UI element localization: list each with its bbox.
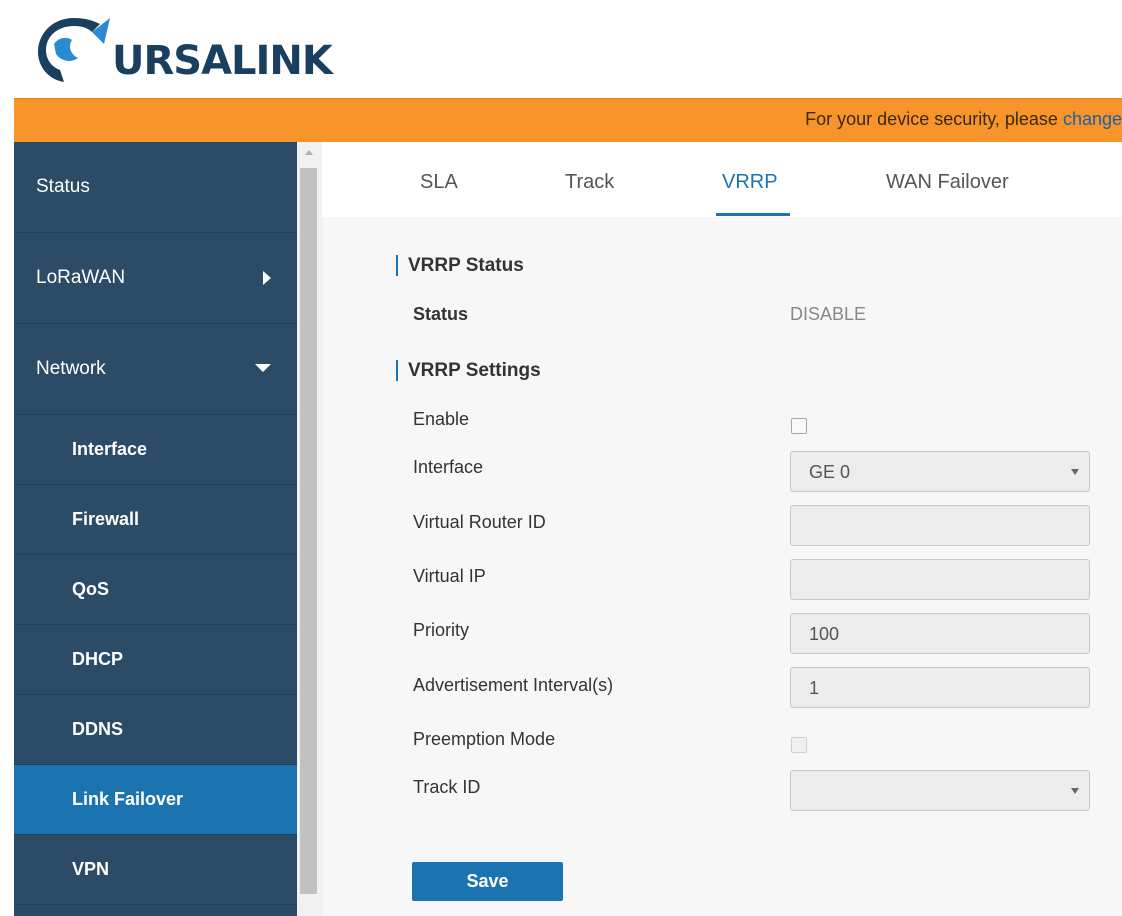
interface-select-value: GE 0 [809,462,851,482]
sidebar-subitem-interface[interactable]: Interface [14,415,297,485]
sidebar-subitem-vpn[interactable]: VPN [14,835,297,905]
sidebar-subitem-ddns[interactable]: DDNS [14,695,297,765]
sidebar: Status LoRaWAN Network Interface Firewal… [14,142,297,916]
sidebar-item-label: LoRaWAN [36,267,126,288]
sidebar-subitem-label: Firewall [72,509,140,529]
chevron-down-icon [255,364,271,372]
virtual-ip-input[interactable] [790,559,1090,600]
interface-select[interactable]: GE 0 [790,451,1090,492]
status-label: Status [413,304,469,324]
tab-vrrp[interactable]: VRRP [722,171,778,194]
active-tab-indicator [716,213,790,216]
sidebar-item-network[interactable]: Network [14,324,297,415]
security-notice: For your device security, please change [805,109,1122,130]
vrrp-status-heading: VRRP Status [396,255,524,276]
brand-name: URSALINK [112,38,333,84]
tab-wan-failover[interactable]: WAN Failover [886,171,1009,194]
sidebar-scrollbar[interactable] [297,142,322,916]
sidebar-subitem-label: QoS [72,579,110,599]
sidebar-subitem-dhcp[interactable]: DHCP [14,625,297,695]
sidebar-subitem-label: Link Failover [72,789,184,809]
priority-value: 100 [809,624,840,644]
sidebar-subitem-qos[interactable]: QoS [14,555,297,625]
sidebar-subitem-label: VPN [72,859,110,879]
brand-logo: URSALINK [34,8,334,90]
virtual-router-id-input[interactable] [790,505,1090,546]
enable-checkbox[interactable] [791,418,807,434]
enable-label: Enable [413,409,470,429]
advertisement-interval-label: Advertisement Interval(s) [413,675,614,695]
status-value: DISABLE [790,304,867,324]
track-id-select[interactable] [790,770,1090,811]
change-password-link[interactable]: change [1063,109,1122,129]
tab-bar: SLA Track VRRP WAN Failover [322,142,1122,217]
chevron-right-icon [263,271,271,285]
interface-label: Interface [413,457,484,477]
vrrp-settings-heading: VRRP Settings [396,360,541,381]
scroll-up-arrow-icon[interactable] [305,150,313,155]
sidebar-item-lorawan[interactable]: LoRaWAN [14,233,297,324]
priority-input[interactable]: 100 [790,613,1090,654]
dropdown-caret-icon [1071,469,1079,475]
save-button[interactable]: Save [412,862,563,901]
virtual-ip-label: Virtual IP [413,566,486,586]
sidebar-subitem-firewall[interactable]: Firewall [14,485,297,555]
sidebar-item-label: Network [36,358,106,379]
sidebar-subitem-label: Interface [72,439,148,459]
preemption-mode-checkbox[interactable] [791,737,807,753]
dropdown-caret-icon [1071,788,1079,794]
advertisement-interval-input[interactable]: 1 [790,667,1090,708]
sidebar-subitem-link-failover[interactable]: Link Failover [14,765,297,835]
scrollbar-thumb[interactable] [300,168,317,894]
sidebar-item-label: Status [36,176,90,197]
track-id-label: Track ID [413,777,481,797]
main-content: SLA Track VRRP WAN Failover VRRP Status … [322,142,1122,916]
tab-sla[interactable]: SLA [420,171,458,194]
notice-bar: For your device security, please change [14,98,1122,143]
tab-track[interactable]: Track [565,171,614,194]
sidebar-item-status[interactable]: Status [14,142,297,233]
advertisement-interval-value: 1 [809,678,820,698]
priority-label: Priority [413,620,470,640]
sidebar-subitem-label: DHCP [72,649,124,669]
sidebar-subitem-label: DDNS [72,719,124,739]
ursalink-logo-icon [38,18,110,82]
notice-text: For your device security, please [805,109,1063,129]
preemption-mode-label: Preemption Mode [413,729,556,749]
virtual-router-id-label: Virtual Router ID [413,512,546,532]
